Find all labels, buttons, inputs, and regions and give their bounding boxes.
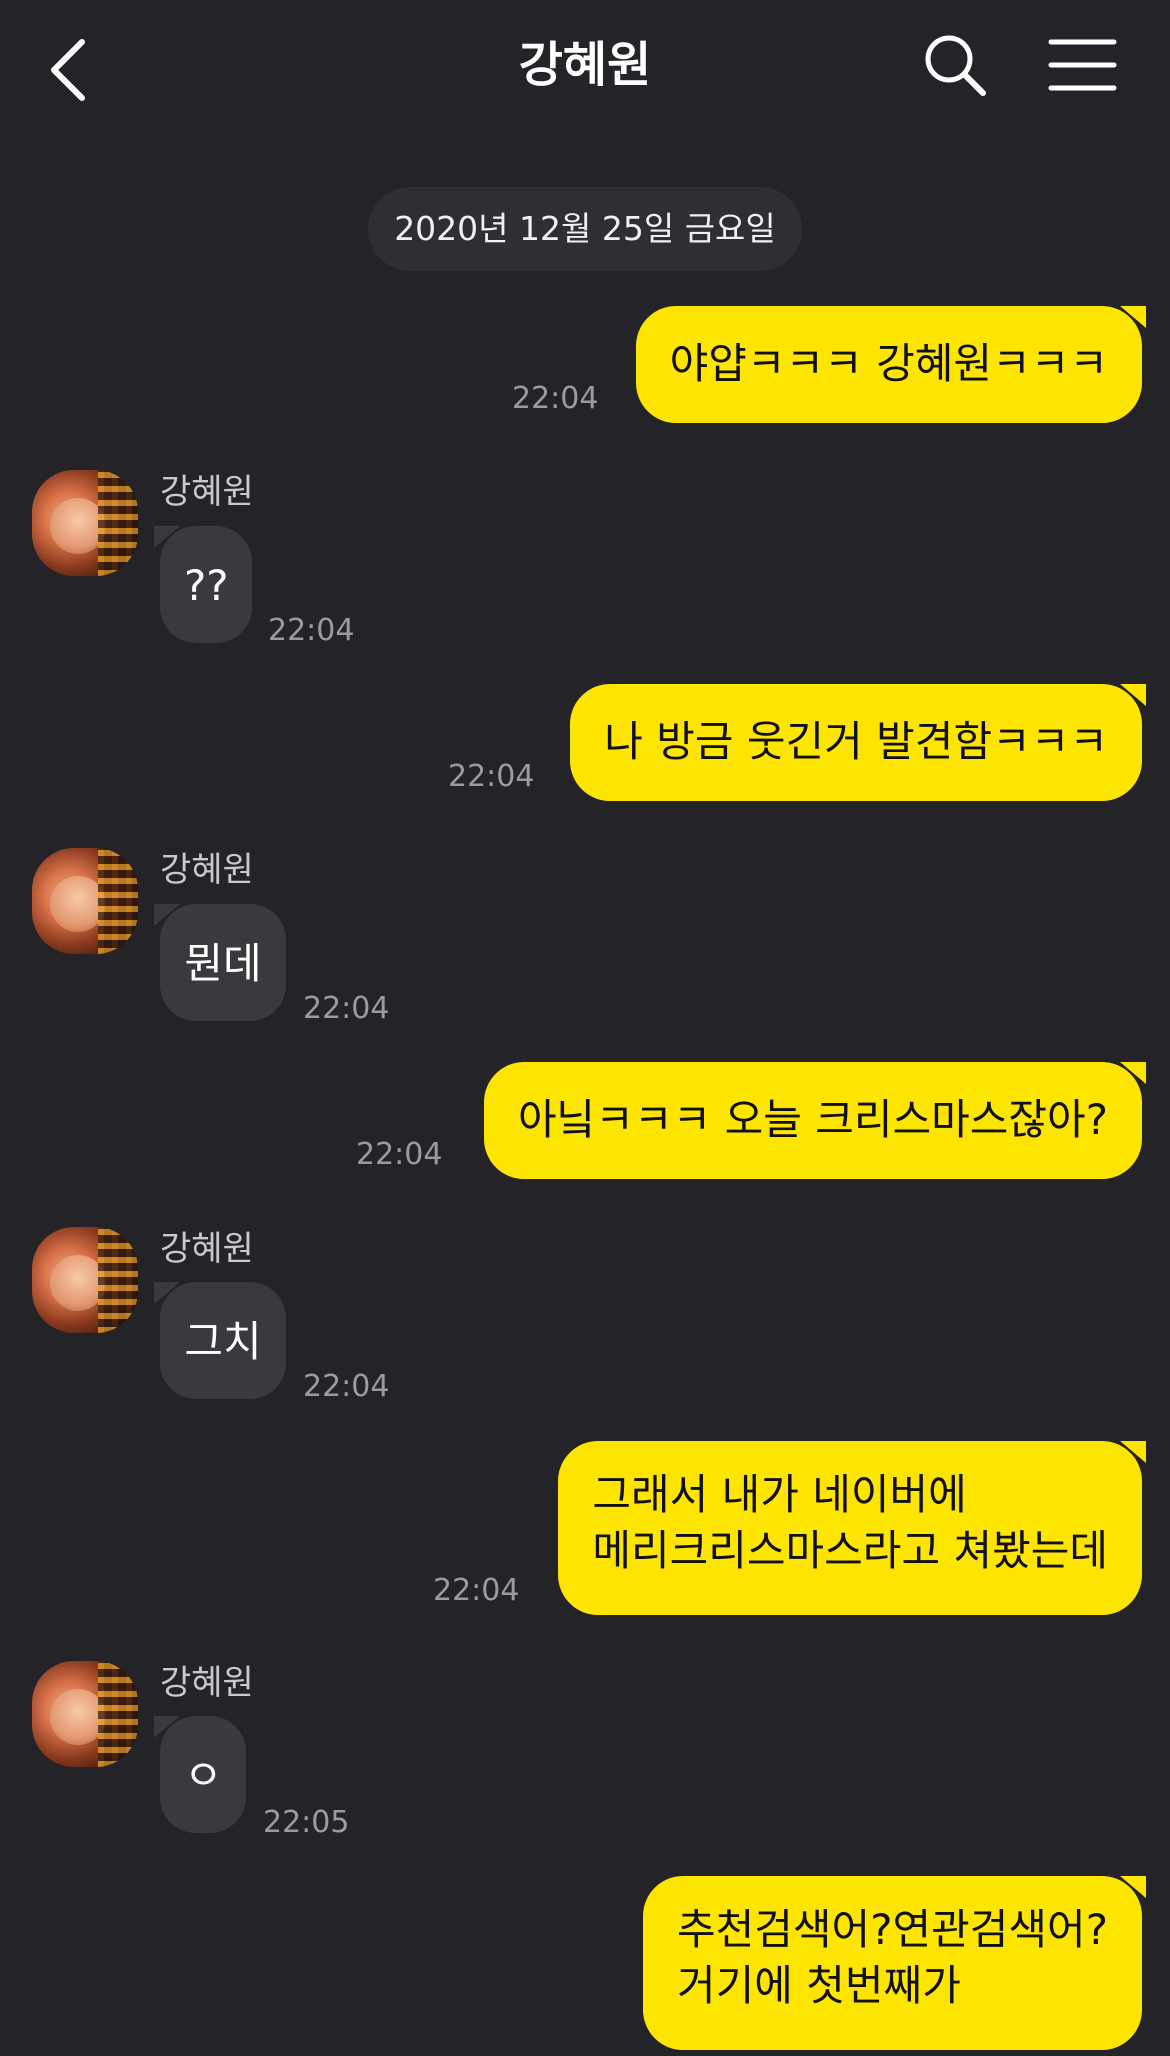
avatar-pattern (98, 470, 138, 576)
sent-message-bubble[interactable]: 아닠ㅋㅋㅋ 오늘 크리스마스잖아? (484, 1062, 1146, 1179)
sent-message-bubble[interactable]: 야얍ㅋㅋㅋ 강혜원ㅋㅋㅋ (635, 306, 1147, 423)
menu-icon (1048, 39, 1117, 91)
sender-name: 강혜원 (160, 1229, 254, 1269)
sent-message-bubble[interactable]: 그래서 내가 네이버에 메리크리스마스라고 쳐봤는데 (558, 1441, 1146, 1615)
avatar[interactable] (32, 470, 138, 576)
avatar[interactable] (32, 1661, 138, 1767)
avatar[interactable] (32, 848, 138, 954)
sender-name: 강혜원 (160, 472, 254, 512)
message-time: 22:04 (356, 1137, 443, 1172)
message-time: 22:04 (433, 1573, 520, 1608)
message-text: 뭔데 (184, 939, 262, 988)
sender-name: 강혜원 (160, 1663, 254, 1703)
date-divider: 2020년 12월 25일 금요일 (368, 187, 802, 271)
received-message-bubble[interactable]: 그치 (154, 1282, 286, 1399)
message-time: 22:04 (448, 759, 535, 794)
message-text: ㅇ (184, 1751, 223, 1800)
message-text: 그치 (184, 1317, 262, 1366)
message-text-line: 거기에 첫번째가 (677, 1961, 961, 2010)
chat-header: 강혜원 (0, 0, 1170, 140)
avatar[interactable] (32, 1227, 138, 1333)
message-time: 22:05 (263, 1805, 350, 1840)
received-message-bubble[interactable]: ?? (154, 526, 252, 643)
message-time: 22:04 (268, 613, 355, 648)
message-time: 22:04 (512, 381, 599, 416)
avatar-pattern (98, 848, 138, 954)
message-text-line: 그래서 내가 네이버에 (592, 1470, 967, 1519)
message-text: 나 방금 웃긴거 발견함ㅋㅋㅋ (604, 717, 1108, 766)
message-text-line: 추천검색어?연관검색어? (677, 1905, 1108, 1954)
avatar-pattern (98, 1227, 138, 1333)
received-message-bubble[interactable]: ㅇ (154, 1716, 246, 1833)
message-time: 22:04 (303, 1369, 390, 1404)
search-button[interactable] (920, 30, 990, 100)
received-message-bubble[interactable]: 뭔데 (154, 904, 286, 1021)
sent-message-bubble[interactable]: 추천검색어?연관검색어? 거기에 첫번째가 (643, 1876, 1146, 2050)
message-text: 야얍ㅋㅋㅋ 강혜원ㅋㅋㅋ (669, 339, 1108, 388)
sender-name: 강혜원 (160, 850, 254, 890)
message-text-line: 메리크리스마스라고 쳐봤는데 (592, 1526, 1108, 1575)
message-text: ?? (184, 561, 229, 610)
sent-message-bubble[interactable]: 나 방금 웃긴거 발견함ㅋㅋㅋ (570, 684, 1146, 801)
search-icon (925, 35, 986, 96)
message-time: 22:04 (303, 991, 390, 1026)
chat-title: 강혜원 (518, 37, 652, 93)
menu-button[interactable] (1045, 30, 1120, 100)
avatar-pattern (98, 1661, 138, 1767)
message-text: 아닠ㅋㅋㅋ 오늘 크리스마스잖아? (518, 1095, 1108, 1144)
